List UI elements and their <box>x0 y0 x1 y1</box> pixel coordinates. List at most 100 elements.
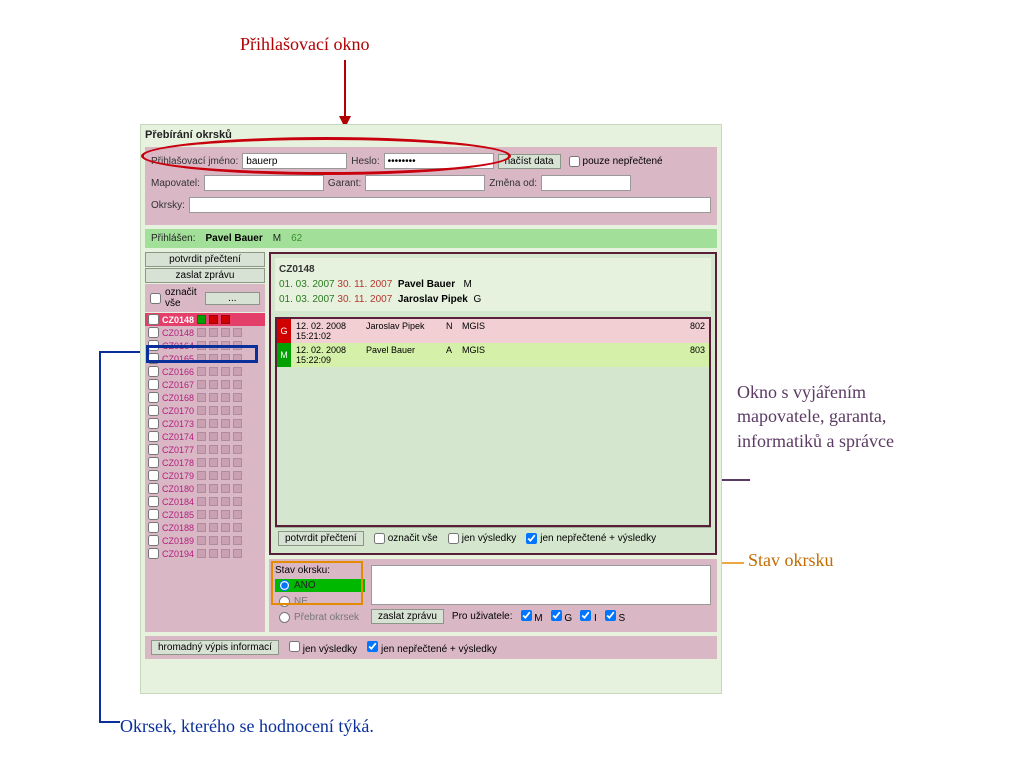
list-item[interactable]: CZ0184 <box>145 495 265 508</box>
stav-prebrat-radio[interactable]: Přebrat okrsek <box>275 611 365 624</box>
cell-c2: MGIS <box>457 343 507 367</box>
list-checkbox[interactable] <box>148 379 159 390</box>
okrsek-code[interactable]: CZ0178 <box>162 458 194 468</box>
cell-c2: MGIS <box>457 319 507 343</box>
list-checkbox[interactable] <box>148 418 159 429</box>
list-item[interactable]: CZ0148 <box>145 326 265 339</box>
mapovatel-input[interactable] <box>204 175 324 191</box>
list-item[interactable]: CZ0189 <box>145 534 265 547</box>
okrsek-code[interactable]: CZ0185 <box>162 510 194 520</box>
status-square-icon <box>209 406 218 415</box>
potvrdit-precteni-button[interactable]: potvrdit přečtení <box>145 252 265 267</box>
oznacit-vse-checkbox[interactable] <box>150 293 161 304</box>
list-checkbox[interactable] <box>148 548 159 559</box>
list-checkbox[interactable] <box>148 470 159 481</box>
list-item[interactable]: CZ0167 <box>145 378 265 391</box>
list-checkbox[interactable] <box>148 340 159 351</box>
status-square-icon <box>197 393 206 402</box>
list-checkbox[interactable] <box>148 366 159 377</box>
okrsek-code[interactable]: CZ0164 <box>162 341 194 351</box>
detail-oznacit-vse[interactable]: označit vše <box>374 533 438 544</box>
okrsek-code[interactable]: CZ0180 <box>162 484 194 494</box>
okrsek-code[interactable]: CZ0194 <box>162 549 194 559</box>
stav-ne-radio[interactable]: NE <box>275 595 365 608</box>
list-checkbox[interactable] <box>148 457 159 468</box>
chk-i[interactable]: I <box>580 610 597 624</box>
dots-button[interactable]: ... <box>205 292 260 305</box>
list-item[interactable]: CZ0179 <box>145 469 265 482</box>
password-input[interactable] <box>384 153 494 169</box>
garant-input[interactable] <box>365 175 485 191</box>
detail-jen-vysledky[interactable]: jen výsledky <box>448 533 516 544</box>
list-checkbox[interactable] <box>148 509 159 520</box>
okrsek-code[interactable]: CZ0179 <box>162 471 194 481</box>
pouze-neprectene-checkbox[interactable]: pouze nepřečtené <box>569 156 663 167</box>
stav-zaslat-button[interactable]: zaslat zprávu <box>371 609 444 624</box>
okrsek-code[interactable]: CZ0167 <box>162 380 194 390</box>
zaslat-zpravu-button[interactable]: zaslat zprávu <box>145 268 265 283</box>
footer-jen-neprectene[interactable]: jen nepřečtené + výsledky <box>367 641 497 655</box>
list-checkbox[interactable] <box>148 392 159 403</box>
status-square-icon <box>233 458 242 467</box>
stav-ano-radio[interactable]: ANO <box>275 579 365 592</box>
detail-jen-neprectene[interactable]: jen nepřečtené + výsledky <box>526 533 656 544</box>
hromadny-vypis-button[interactable]: hromadný výpis informací <box>151 640 279 655</box>
list-item[interactable]: CZ0188 <box>145 521 265 534</box>
okrsek-code[interactable]: CZ0170 <box>162 406 194 416</box>
okrsek-code[interactable]: CZ0165 <box>162 354 194 364</box>
checkbox[interactable] <box>569 156 580 167</box>
chk-m[interactable]: M <box>521 610 543 624</box>
list-item[interactable]: CZ0170 <box>145 404 265 417</box>
table-row[interactable]: G12. 02. 200815:21:02Jaroslav PipekNMGIS… <box>277 319 709 343</box>
username-input[interactable] <box>242 153 347 169</box>
okrsek-code[interactable]: CZ0177 <box>162 445 194 455</box>
okrsek-code[interactable]: CZ0148 <box>162 315 194 325</box>
chk-s[interactable]: S <box>605 610 625 624</box>
list-item[interactable]: CZ0165 <box>145 352 265 365</box>
list-item[interactable]: CZ0166 <box>145 365 265 378</box>
list-item[interactable]: CZ0168 <box>145 391 265 404</box>
list-checkbox[interactable] <box>148 353 159 364</box>
okrsek-code[interactable]: CZ0173 <box>162 419 194 429</box>
list-checkbox[interactable] <box>148 444 159 455</box>
list-item[interactable]: CZ0173 <box>145 417 265 430</box>
okrsek-code[interactable]: CZ0166 <box>162 367 194 377</box>
list-checkbox[interactable] <box>148 431 159 442</box>
status-square-icon <box>233 523 242 532</box>
okrsek-code[interactable]: CZ0184 <box>162 497 194 507</box>
detail-potvrdit-button[interactable]: potvrdit přečtení <box>278 531 364 546</box>
status-square-icon <box>209 432 218 441</box>
list-checkbox[interactable] <box>148 535 159 546</box>
list-checkbox[interactable] <box>148 522 159 533</box>
okrsek-code[interactable]: CZ0174 <box>162 432 194 442</box>
list-item[interactable]: CZ0164 <box>145 339 265 352</box>
list-checkbox[interactable] <box>148 327 159 338</box>
okrsek-code[interactable]: CZ0189 <box>162 536 194 546</box>
list-checkbox[interactable] <box>148 496 159 507</box>
message-textarea[interactable] <box>371 565 711 605</box>
okrsek-code[interactable]: CZ0148 <box>162 328 194 338</box>
zmena-od-input[interactable] <box>541 175 631 191</box>
status-square-icon <box>209 419 218 428</box>
chk-g[interactable]: G <box>551 610 573 624</box>
nacist-data-button[interactable]: načíst data <box>498 154 561 169</box>
okrsek-code[interactable]: CZ0168 <box>162 393 194 403</box>
list-item[interactable]: CZ0178 <box>145 456 265 469</box>
messages-table: G12. 02. 200815:21:02Jaroslav PipekNMGIS… <box>275 317 711 527</box>
list-item[interactable]: CZ0185 <box>145 508 265 521</box>
list-checkbox[interactable] <box>148 314 159 325</box>
list-checkbox[interactable] <box>148 483 159 494</box>
list-item[interactable]: CZ0148 <box>145 313 265 326</box>
list-item[interactable]: CZ0177 <box>145 443 265 456</box>
table-row[interactable]: M12. 02. 200815:22:09Pavel BauerAMGIS803 <box>277 343 709 367</box>
okrsky-input[interactable] <box>189 197 711 213</box>
list-item[interactable]: CZ0180 <box>145 482 265 495</box>
detail-id: CZ0148 <box>279 262 707 277</box>
list-checkbox[interactable] <box>148 405 159 416</box>
pro-uzivatele-label: Pro uživatele: <box>452 611 513 622</box>
footer-jen-vysledky[interactable]: jen výsledky <box>289 641 357 655</box>
status-square-icon <box>221 393 230 402</box>
list-item[interactable]: CZ0174 <box>145 430 265 443</box>
okrsek-code[interactable]: CZ0188 <box>162 523 194 533</box>
list-item[interactable]: CZ0194 <box>145 547 265 560</box>
